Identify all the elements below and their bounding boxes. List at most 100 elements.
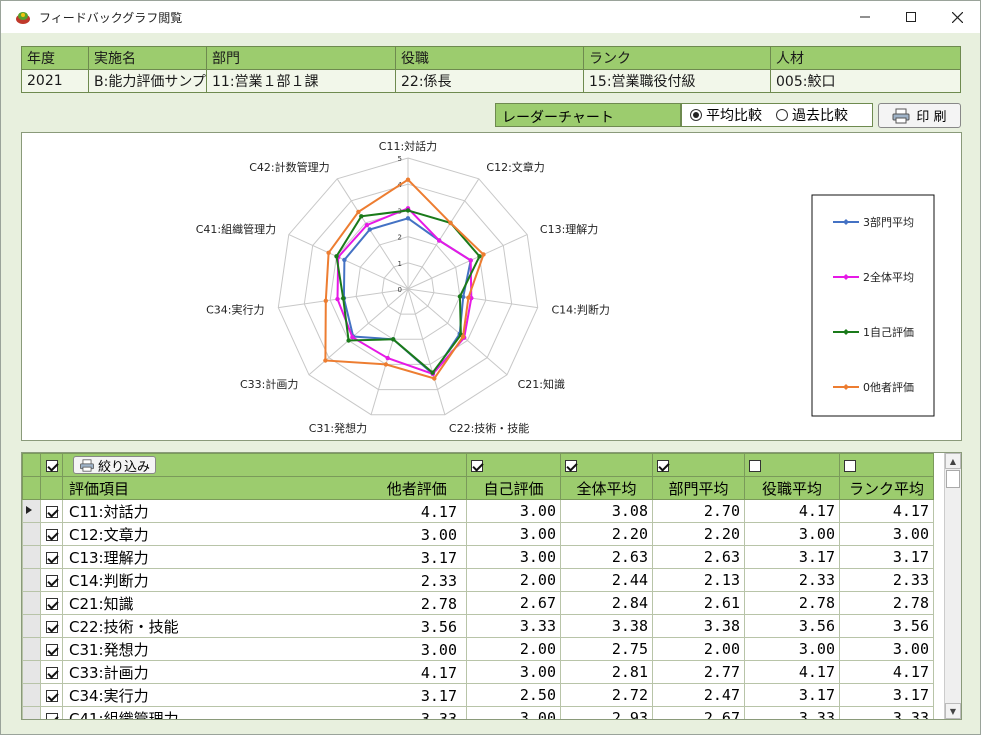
radar-series-point [346,338,351,343]
maximize-button[interactable] [888,1,934,33]
row-item-cell: C14:判断力 2.33 [62,568,467,592]
radar-axis-label: C34:実行力 [206,303,264,317]
row-value-rank-avg: 3.00 [839,522,934,546]
row-item-name: C21:知識 [69,594,134,613]
radar-series-point [356,209,361,215]
checkbox-checked-icon [657,459,669,472]
print-button[interactable]: 印 刷 [878,103,961,128]
radar-chart-label: レーダーチャート [495,103,681,127]
row-selector[interactable] [22,522,41,546]
filter-check-col-5[interactable] [839,453,934,477]
row-checkbox[interactable] [40,545,63,569]
grid-scrollbar[interactable]: ▲ ▼ [944,453,961,719]
column-header-rank-avg[interactable]: ランク平均 [839,476,934,500]
row-item-cell: C33:計画力 4.17 [62,660,467,684]
row-selector[interactable] [22,568,41,592]
row-value-self: 3.00 [466,660,561,684]
scroll-up-icon[interactable]: ▲ [945,453,961,469]
row-value-rank-avg: 4.17 [839,499,934,523]
info-table: 年度 実施名 部門 役職 ランク 人材 2021 B:能力評価サンプル 11:営… [21,46,961,93]
checkbox-checked-icon [45,505,58,518]
checkbox-checked-icon [565,459,577,472]
row-value-position-avg: 3.17 [744,545,840,569]
row-checkbox[interactable] [40,637,63,661]
table-row[interactable]: C11:対話力 4.17 3.00 3.08 2.70 4.17 4.17 [22,499,934,523]
radar-scale-label: 5 [398,155,402,163]
row-checkbox[interactable] [40,499,63,523]
current-row-icon [26,506,32,514]
filter-check-all[interactable] [40,453,63,477]
row-checkbox[interactable] [40,614,63,638]
table-row[interactable]: C34:実行力 3.17 2.50 2.72 2.47 3.17 3.17 [22,683,934,707]
radio-past-compare[interactable]: 過去比較 [776,105,848,125]
column-header-item[interactable]: 評価項目 他者評価 [62,476,467,500]
row-selector[interactable] [22,614,41,638]
table-row[interactable]: C12:文章力 3.00 3.00 2.20 2.20 3.00 3.00 [22,522,934,546]
row-value-other: 4.17 [420,502,457,521]
table-row[interactable]: C41:組織管理力 3.33 3.00 2.93 2.67 3.33 3.33 [22,706,934,719]
table-row[interactable]: C31:発想力 3.00 2.00 2.75 2.00 3.00 3.00 [22,637,934,661]
filter-check-col-4[interactable] [744,453,840,477]
row-value-rank-avg: 4.17 [839,660,934,684]
row-selector[interactable] [22,591,41,615]
row-value-rank-avg: 3.00 [839,637,934,661]
row-value-overall-avg: 2.93 [560,706,653,719]
table-row[interactable]: C14:判断力 2.33 2.00 2.44 2.13 2.33 2.33 [22,568,934,592]
close-button[interactable] [934,1,980,33]
row-selector[interactable] [22,683,41,707]
row-item-cell: C13:理解力 3.17 [62,545,467,569]
row-value-position-avg: 3.33 [744,706,840,719]
row-selector[interactable] [22,499,41,523]
radar-axis-label: C12:文章力 [486,160,544,174]
radar-axis-label: C31:発想力 [309,421,367,435]
column-header-position-avg[interactable]: 役職平均 [744,476,840,500]
scroll-thumb[interactable] [946,470,960,488]
row-value-other: 3.00 [420,640,457,659]
row-value-dept-avg: 3.38 [652,614,745,638]
radio-average-label: 平均比較 [706,108,762,124]
table-row[interactable]: C21:知識 2.78 2.67 2.84 2.61 2.78 2.78 [22,591,934,615]
radio-average-compare[interactable]: 平均比較 [690,105,762,125]
table-row[interactable]: C33:計画力 4.17 3.00 2.81 2.77 4.17 4.17 [22,660,934,684]
table-row[interactable]: C22:技術・技能 3.56 3.33 3.38 3.38 3.56 3.56 [22,614,934,638]
column-header-self[interactable]: 自己評価 [466,476,561,500]
filter-check-col-1[interactable] [466,453,561,477]
row-checkbox[interactable] [40,683,63,707]
scroll-down-icon[interactable]: ▼ [945,703,961,719]
column-header-dept-avg[interactable]: 部門平均 [652,476,745,500]
table-row[interactable]: C13:理解力 3.17 3.00 2.63 2.63 3.17 3.17 [22,545,934,569]
info-header-rank: ランク [583,46,771,70]
radar-scale-label: 0 [398,286,402,294]
filter-button[interactable]: 絞り込み [73,456,157,475]
row-checkbox[interactable] [40,522,63,546]
filter-check-col-3[interactable] [652,453,745,477]
row-selector[interactable] [22,706,41,719]
title-bar: フィードバックグラフ閲覧 [1,1,980,33]
radar-series-point [383,362,389,367]
row-selector[interactable] [22,637,41,661]
row-selector[interactable] [22,545,41,569]
row-item-name: C34:実行力 [69,686,149,705]
row-value-overall-avg: 2.75 [560,637,653,661]
radio-past-label: 過去比較 [792,108,848,124]
column-header-overall-avg[interactable]: 全体平均 [560,476,653,500]
radar-series-point [466,295,471,300]
row-checkbox[interactable] [40,660,63,684]
radar-series-point [405,216,411,221]
row-value-self: 3.00 [466,545,561,569]
row-value-position-avg: 4.17 [744,660,840,684]
row-checkbox[interactable] [40,568,63,592]
row-selector[interactable] [22,660,41,684]
row-value-position-avg: 3.00 [744,637,840,661]
radar-series-point [405,177,411,182]
minimize-icon [860,16,870,18]
row-value-self: 2.67 [466,591,561,615]
row-checkbox[interactable] [40,706,63,719]
row-value-other: 2.33 [420,571,457,590]
minimize-button[interactable] [842,1,888,33]
filter-check-col-2[interactable] [560,453,653,477]
radar-axis-label: C11:対話力 [379,139,437,153]
radar-series-point [350,335,355,340]
row-item-cell: C34:実行力 3.17 [62,683,467,707]
row-checkbox[interactable] [40,591,63,615]
